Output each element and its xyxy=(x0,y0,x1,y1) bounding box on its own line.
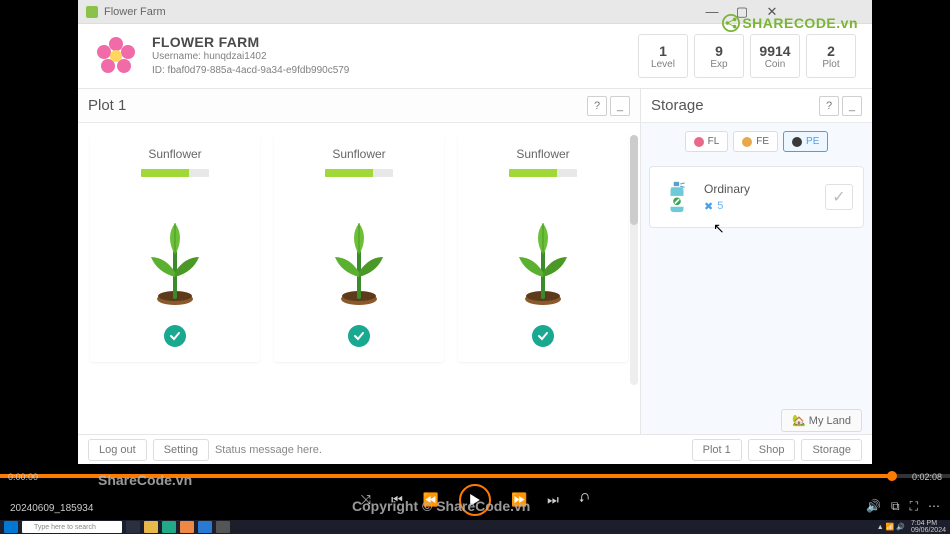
shuffle-icon[interactable]: ⤨ xyxy=(361,492,371,508)
storage-tab-fe[interactable]: FE xyxy=(733,131,778,152)
plot-card[interactable]: Sunflower xyxy=(90,135,260,362)
check-icon[interactable] xyxy=(164,325,186,347)
seek-bar[interactable] xyxy=(0,474,950,478)
logout-button[interactable]: Log out xyxy=(88,439,147,461)
plot-card[interactable]: Sunflower xyxy=(458,135,628,362)
chrome-icon[interactable] xyxy=(180,521,194,533)
plot-column: Plot 1 ? _ Sunflower Sunflower Sunflower… xyxy=(78,89,641,434)
media-filename: 20240609_185934 xyxy=(10,503,93,514)
pesticide-bottle-icon xyxy=(660,177,694,217)
storage-item-qty: ✖ 5 xyxy=(704,200,815,213)
my-land-button[interactable]: 🏡 My Land xyxy=(781,409,862,432)
app-icon xyxy=(86,6,98,18)
storage-tab-fl[interactable]: FL xyxy=(685,131,729,152)
check-icon[interactable] xyxy=(532,325,554,347)
id-label: ID: fbaf0d79-885a-4acd-9a34-e9fdb990c579 xyxy=(152,64,624,78)
letterbox-left xyxy=(0,0,78,534)
forward-icon[interactable]: ⏩ xyxy=(511,492,527,508)
plant-name: Sunflower xyxy=(516,147,569,161)
footer-shop-button[interactable]: Shop xyxy=(748,439,796,461)
storage-title: Storage xyxy=(651,97,704,114)
taskbar-search[interactable]: Type here to search xyxy=(22,521,122,533)
sharecode-logo: SHARECODE.vn xyxy=(722,14,858,32)
app-window-title: Flower Farm xyxy=(104,6,166,18)
windows-taskbar[interactable]: Type here to search ▲ 📶 🔊 7:04 PM09/06/2… xyxy=(0,520,950,534)
growth-progress xyxy=(141,169,209,177)
footer-storage-button[interactable]: Storage xyxy=(801,439,862,461)
growth-progress xyxy=(509,169,577,177)
app-footer: Log out Setting Status message here. Plo… xyxy=(78,434,872,464)
plot-minimize-button[interactable]: _ xyxy=(610,96,630,116)
plot-title: Plot 1 xyxy=(88,97,126,114)
flower-logo-icon xyxy=(94,34,138,78)
taskview-icon[interactable] xyxy=(126,521,140,533)
app-title: FLOWER FARM xyxy=(152,34,624,50)
vscode-icon[interactable] xyxy=(198,521,212,533)
plant-name: Sunflower xyxy=(332,147,385,161)
storage-column: Storage ? _ FLFEPE xyxy=(641,89,872,434)
status-message: Status message here. xyxy=(215,444,322,456)
check-icon[interactable] xyxy=(348,325,370,347)
scrollbar[interactable] xyxy=(630,135,638,385)
repeat-icon[interactable]: ⮏ xyxy=(579,489,589,511)
media-controls: ⤨ ⏮ ⏪ ⏩ ⏭ ⮏ xyxy=(0,480,950,520)
storage-item-name: Ordinary xyxy=(704,182,815,196)
username-label: Username: hunqdzai1402 xyxy=(152,50,624,64)
stat-exp: 9Exp xyxy=(694,34,744,78)
footer-plot-button[interactable]: Plot 1 xyxy=(692,439,742,461)
storage-help-button[interactable]: ? xyxy=(819,96,839,116)
setting-button[interactable]: Setting xyxy=(153,439,209,461)
media-icon[interactable] xyxy=(216,521,230,533)
stat-level: 1Level xyxy=(638,34,688,78)
flower-farm-window: Flower Farm — ▢ ✕ FLOWER FARM Username: … xyxy=(78,0,872,464)
explorer-icon[interactable] xyxy=(144,521,158,533)
letterbox-right xyxy=(872,0,950,534)
storage-minimize-button[interactable]: _ xyxy=(842,96,862,116)
storage-tab-pe[interactable]: PE xyxy=(783,131,828,152)
rewind-icon[interactable]: ⏪ xyxy=(423,492,439,508)
edge-icon[interactable] xyxy=(162,521,176,533)
storage-item[interactable]: Ordinary ✖ 5 ✓ xyxy=(649,166,864,228)
next-track-icon[interactable]: ⏭ xyxy=(547,492,559,508)
mini-player-icon[interactable]: ⧉ xyxy=(891,499,900,514)
start-icon[interactable] xyxy=(4,521,18,533)
plot-section-header: Plot 1 ? _ xyxy=(78,89,640,123)
plant-name: Sunflower xyxy=(148,147,201,161)
play-button[interactable] xyxy=(459,484,491,516)
stat-plot: 2Plot xyxy=(806,34,856,78)
fullscreen-icon[interactable]: ⛶ xyxy=(910,499,918,514)
app-header: FLOWER FARM Username: hunqdzai1402 ID: f… xyxy=(78,24,872,89)
tray-icons[interactable]: ▲ 📶 🔊 xyxy=(877,523,905,531)
more-icon[interactable]: ⋯ xyxy=(928,499,940,514)
storage-item-apply-button[interactable]: ✓ xyxy=(825,184,853,210)
volume-icon[interactable]: 🔊 xyxy=(866,499,881,514)
plot-help-button[interactable]: ? xyxy=(587,96,607,116)
storage-section-header: Storage ? _ xyxy=(641,89,872,123)
stat-coin: 9914Coin xyxy=(750,34,800,78)
plot-card[interactable]: Sunflower xyxy=(274,135,444,362)
prev-track-icon[interactable]: ⏮ xyxy=(391,492,403,508)
growth-progress xyxy=(325,169,393,177)
